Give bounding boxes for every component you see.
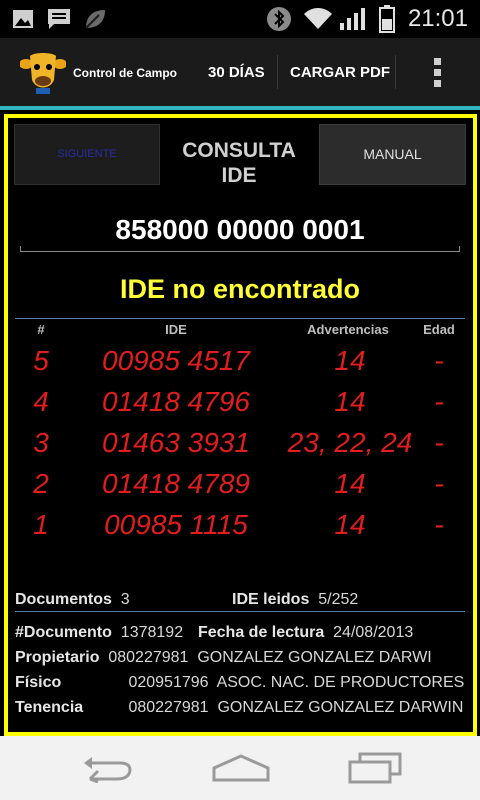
row-edad: - [434,345,444,376]
message-icon [46,0,72,38]
tenure-name: GONZALEZ GONZALEZ DARWIN [217,699,464,716]
physical-label: Físico [15,674,62,691]
app-logo-icon[interactable] [19,50,67,96]
row-advertencias: 14 [334,468,366,499]
tenure-label: Tenencia [15,699,84,716]
bluetooth-icon [264,0,294,38]
row-edad: - [434,509,444,540]
consulta-ide-tab[interactable]: CONSULTA IDE [166,138,312,188]
header-edad: Edad [423,322,455,337]
row-number: 4 [33,386,49,417]
summary-divider [15,611,465,612]
row-edad: - [434,386,444,417]
action-bar: Control de Campo 30 DÍAS CARGAR PDF [0,38,480,106]
image-icon [10,0,36,38]
reading-date-value: 24/08/2013 [333,624,414,641]
row-ide: 01418 4789 [102,468,250,499]
owner-id: 080227981 [108,649,189,666]
consulta-tab-line1: CONSULTA [182,139,296,162]
row-number: 5 [33,345,49,376]
content-frame [4,114,477,736]
back-icon[interactable] [80,753,136,784]
document-label: #Documento [15,624,112,641]
physical-name: ASOC. NAC. DE PRODUCTORES [216,674,465,691]
header-ide: IDE [165,322,187,337]
owner-name: GONZALEZ GONZALEZ DARWI [197,649,432,666]
thirty-days-button[interactable]: 30 DÍAS [208,38,265,106]
action-divider [395,55,396,89]
tenure-detail-row: Tenencia 080227981 GONZALEZ GONZALEZ DAR… [15,699,465,717]
consulta-tab-line2: IDE [221,164,257,187]
signal-icon [338,0,368,38]
tenure-id: 080227981 [128,699,209,716]
status-bar: 21:01 [0,0,480,38]
ide-input-underline [20,251,460,252]
home-icon[interactable] [212,754,270,782]
documents-label: Documentos [15,591,112,608]
row-ide: 00985 4517 [102,345,250,376]
leaf-icon [82,0,108,38]
ide-number-display[interactable]: 858000 00000 0001 [20,210,460,250]
row-number: 1 [33,509,49,540]
ide-input-tick-right [459,246,460,252]
owner-detail-row: Propietario 080227981 GONZALEZ GONZALEZ … [15,649,465,667]
status-message: IDE no encontrado [119,274,360,304]
owner-label: Propietario [15,649,100,666]
overflow-menu-icon[interactable] [428,56,448,90]
action-divider [277,55,278,89]
action-bar-accent-line [0,106,480,110]
wifi-icon [302,0,334,38]
document-detail-row: #Documento 1378192 Fecha de lectura 24/0… [15,624,465,642]
recent-apps-icon[interactable] [348,752,402,784]
status-clock: 21:01 [407,5,468,32]
ide-read-label: IDE leidos [232,591,310,608]
header-advertencias: Advertencias [307,322,389,337]
ide-input-tick-left [20,246,21,252]
documents-summary: Documentos 3 [15,591,230,609]
row-number: 2 [33,468,49,499]
row-ide: 01463 3931 [102,427,250,458]
ide-read-value: 5/252 [318,591,359,608]
manual-tab-button[interactable]: MANUAL [319,124,466,185]
row-edad: - [434,427,444,458]
next-tab-button[interactable]: SIGUIENTE [14,124,160,185]
reading-date-label: Fecha de lectura [197,624,325,641]
physical-id: 020951796 [128,674,209,691]
row-advertencias: 14 [334,386,366,417]
ide-read-summary: IDE leidos 5/252 [232,591,467,609]
battery-icon [376,0,398,38]
physical-detail-row: Físico 020951796 ASOC. NAC. DE PRODUCTOR… [15,674,465,692]
header-num: # [37,322,45,337]
row-ide: 00985 1115 [104,509,248,540]
documents-value: 3 [120,591,130,608]
table-header-divider [15,318,465,319]
document-value: 1378192 [120,624,184,641]
load-pdf-button[interactable]: CARGAR PDF [290,38,390,106]
row-edad: - [434,468,444,499]
row-advertencias: 14 [334,509,366,540]
row-advertencias: 23, 22, 24 [287,427,413,458]
row-number: 3 [33,427,49,458]
navigation-bar [0,736,480,800]
row-advertencias: 14 [334,345,366,376]
app-title: Control de Campo [73,66,177,80]
row-ide: 01418 4796 [102,386,250,417]
